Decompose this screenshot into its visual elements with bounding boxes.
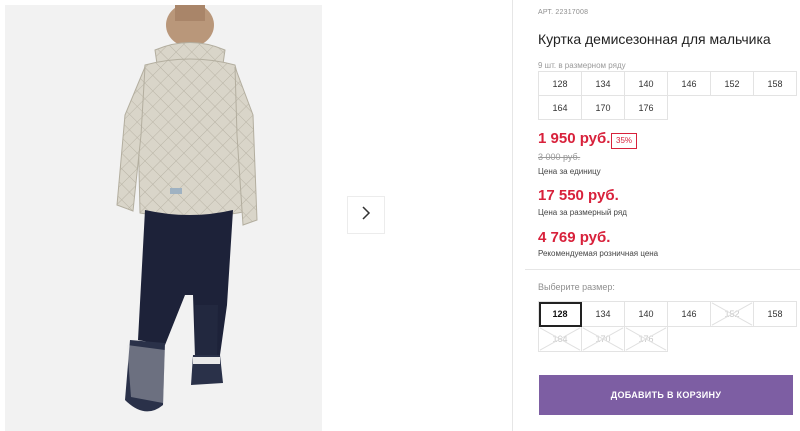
section-divider xyxy=(525,269,800,270)
size-option-146[interactable]: 146 xyxy=(668,302,711,327)
size-option-170: 170 xyxy=(582,327,625,352)
size-option-152: 152 xyxy=(711,302,754,327)
retail-price: 4 769 руб. xyxy=(538,229,611,246)
product-photo xyxy=(5,5,322,431)
column-divider xyxy=(512,0,513,431)
size-option-134[interactable]: 134 xyxy=(582,302,625,327)
size-option-176: 176 xyxy=(625,327,668,352)
retail-price-label: Рекомендуемая розничная цена xyxy=(538,249,659,258)
size-row-cell: 164 xyxy=(539,96,582,120)
size-row-cell: 140 xyxy=(625,72,668,96)
size-option-164: 164 xyxy=(539,327,582,352)
unit-price-label: Цена за единицу xyxy=(538,167,601,176)
size-option-158[interactable]: 158 xyxy=(754,302,797,327)
gallery-next-button[interactable] xyxy=(347,196,385,234)
select-size-label: Выберите размер: xyxy=(538,282,615,292)
size-row-cell: 176 xyxy=(625,96,668,120)
article-number: АРТ. 22317008 xyxy=(538,9,589,16)
pieces-in-row-label: 9 шт. в размерном ряду xyxy=(538,61,626,70)
discount-badge: 35% xyxy=(611,133,638,149)
size-row-cell: 170 xyxy=(582,96,625,120)
add-to-cart-button[interactable]: ДОБАВИТЬ В КОРЗИНУ xyxy=(539,375,793,415)
size-row-cell: 158 xyxy=(754,72,797,96)
product-title: Куртка демисезонная для мальчика xyxy=(538,31,771,47)
size-row-cell: 152 xyxy=(711,72,754,96)
size-select-grid: 128 134 140 146 152 158 164 170 176 xyxy=(538,301,797,352)
size-option-140[interactable]: 140 xyxy=(625,302,668,327)
row-price: 17 550 руб. xyxy=(538,187,619,204)
old-price: 3 000 руб. xyxy=(538,152,581,162)
size-row-cell: 146 xyxy=(668,72,711,96)
size-row-grid: 128 134 140 146 152 158 164 170 176 xyxy=(538,71,797,120)
unit-price: 1 950 руб. xyxy=(538,130,611,147)
size-row-cell: 128 xyxy=(539,72,582,96)
size-row-cell: 134 xyxy=(582,72,625,96)
chevron-right-icon xyxy=(361,205,371,225)
size-option-128[interactable]: 128 xyxy=(539,302,582,327)
row-price-label: Цена за размерный ряд xyxy=(538,208,627,217)
